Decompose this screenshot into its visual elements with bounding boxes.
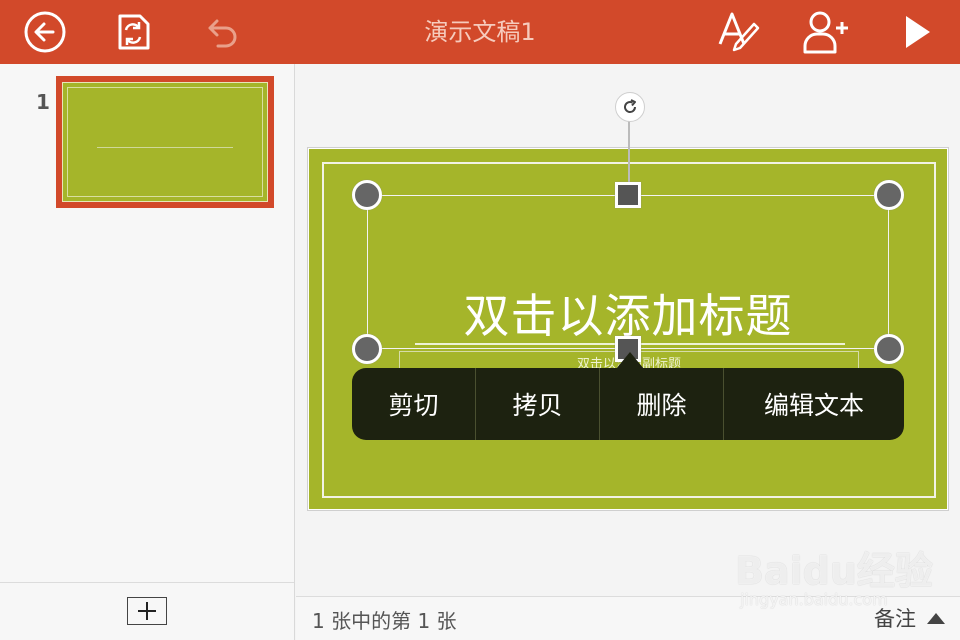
slide-thumbnail[interactable]	[56, 76, 274, 208]
resize-handle-top[interactable]	[615, 182, 641, 208]
context-menu: 剪切 拷贝 删除 编辑文本	[352, 368, 904, 440]
top-toolbar: 演示文稿1	[0, 0, 960, 64]
rotate-icon	[624, 99, 637, 113]
undo-icon	[208, 19, 237, 48]
sidebar-footer	[0, 582, 294, 640]
rotate-handle-line	[628, 120, 630, 186]
sync-file-button[interactable]	[108, 8, 156, 56]
back-button[interactable]	[21, 8, 69, 56]
thumbnail-preview	[62, 82, 268, 202]
resize-handle-top-left[interactable]	[352, 180, 382, 210]
play-icon	[906, 16, 930, 48]
slide-thumbnail-panel: 1	[0, 64, 295, 640]
share-button[interactable]	[802, 8, 850, 56]
resize-handle-bottom-left[interactable]	[352, 334, 382, 364]
format-text-icon	[718, 12, 760, 52]
resize-handle-bottom-right[interactable]	[874, 334, 904, 364]
plus-icon	[138, 602, 156, 620]
menu-item-edit-text[interactable]: 编辑文本	[724, 368, 904, 440]
menu-item-delete[interactable]: 删除	[600, 368, 724, 440]
triangle-up-icon	[927, 613, 945, 624]
resize-handle-top-right[interactable]	[874, 180, 904, 210]
thumbnail-number: 1	[36, 90, 50, 114]
back-arrow-icon	[24, 11, 66, 53]
add-slide-button[interactable]	[127, 597, 167, 625]
slide-count: 1 张中的第 1 张	[312, 609, 457, 633]
menu-item-cut[interactable]: 剪切	[352, 368, 476, 440]
file-sync-icon	[118, 14, 150, 50]
watermark-brand: Baidu经验	[735, 549, 933, 593]
add-person-icon	[803, 11, 848, 54]
watermark-url: jingyan.baidu.com	[740, 590, 888, 609]
menu-item-copy[interactable]: 拷贝	[476, 368, 600, 440]
play-button[interactable]	[892, 8, 940, 56]
rotate-handle[interactable]	[615, 92, 645, 122]
undo-button[interactable]	[196, 8, 244, 56]
format-text-button[interactable]	[714, 8, 762, 56]
document-title: 演示文稿1	[424, 18, 536, 46]
